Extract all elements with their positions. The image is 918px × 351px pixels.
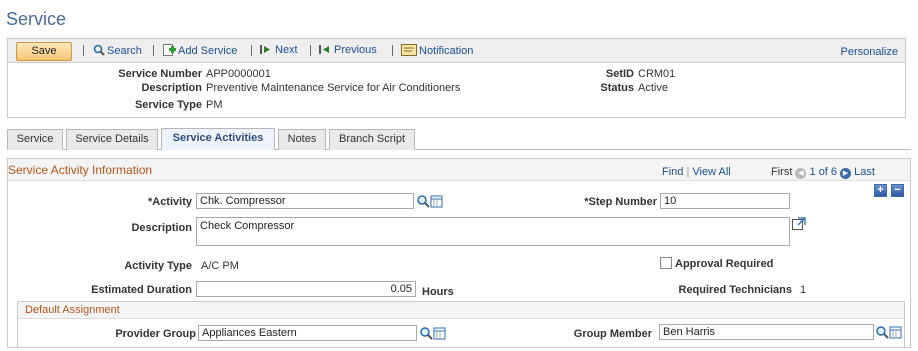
delete-row-button[interactable]: − <box>891 184 904 197</box>
section-header: Service Activity Information Find | View… <box>8 159 910 181</box>
activity-type-label: Activity Type <box>124 260 192 272</box>
activity-type-value: A/C PM <box>201 260 239 272</box>
first-label: First <box>771 166 793 178</box>
notification-link[interactable]: Notification <box>401 44 473 58</box>
approval-required-label: Approval Required <box>675 258 774 270</box>
default-assignment-header: Default Assignment <box>18 302 904 319</box>
tab-branch-script-label: Branch Script <box>338 133 406 145</box>
search-label: Search <box>107 45 142 57</box>
search-link[interactable]: Search <box>93 44 142 58</box>
next-page-icon[interactable]: ▶ <box>840 168 852 179</box>
add-row-button[interactable]: + <box>874 184 887 197</box>
tab-service-details[interactable]: Service Details <box>66 129 158 150</box>
activity-input[interactable]: Chk. Compressor <box>196 193 414 209</box>
pager: First ◀ 1 of 6 ▶ Last <box>771 166 875 179</box>
service-type-value: PM <box>206 99 223 111</box>
page-indicator: 1 of 6 <box>809 166 838 178</box>
tab-notes-label: Notes <box>287 133 317 145</box>
find-link[interactable]: Find <box>662 166 683 178</box>
tab-service-details-label: Service Details <box>75 133 149 145</box>
toolbar-separator <box>153 45 154 56</box>
expand-textarea-icon[interactable] <box>792 217 806 231</box>
previous-page-icon[interactable]: ◀ <box>795 168 807 179</box>
approval-required-checkbox[interactable] <box>660 257 672 269</box>
status-label: Status <box>600 82 634 94</box>
search-icon <box>93 44 105 56</box>
hours-label: Hours <box>422 286 454 298</box>
notification-icon <box>401 44 417 56</box>
next-arrow-icon <box>260 45 270 54</box>
activity-label: *Activity <box>147 196 192 208</box>
group-member-input[interactable]: Ben Harris <box>659 324 874 340</box>
required-technicians-label: Required Technicians <box>678 284 793 296</box>
next-label: Next <box>275 44 298 56</box>
provider-group-label: Provider Group <box>115 328 196 340</box>
group-member-label: Group Member <box>573 328 652 340</box>
previous-link[interactable]: Previous <box>319 44 377 58</box>
group-member-lookup-icon[interactable] <box>875 325 903 341</box>
service-activity-section: Service Activity Information Find | View… <box>7 158 911 348</box>
nav-separator: | <box>686 166 690 178</box>
previous-arrow-icon <box>319 45 329 54</box>
personalize-link[interactable]: Personalize <box>841 46 898 58</box>
step-number-label: *Step Number <box>584 196 657 208</box>
toolbar-separator <box>83 45 84 56</box>
tab-service-activities[interactable]: Service Activities <box>161 128 275 150</box>
tab-notes[interactable]: Notes <box>278 129 326 150</box>
estimated-duration-label: Estimated Duration <box>91 284 192 296</box>
next-link[interactable]: Next <box>260 44 298 58</box>
setid-value: CRM01 <box>638 68 676 80</box>
estimated-duration-input[interactable]: 0.05 <box>196 281 416 297</box>
description-value: Preventive Maintenance Service for Air C… <box>206 82 461 94</box>
previous-label: Previous <box>334 44 377 56</box>
toolbar-separator <box>310 45 311 56</box>
tab-branch-script[interactable]: Branch Script <box>329 129 415 150</box>
provider-group-input[interactable]: Appliances Eastern <box>198 325 417 341</box>
tab-service[interactable]: Service <box>7 129 63 150</box>
required-technicians-value: 1 <box>800 284 807 296</box>
tab-service-activities-label: Service Activities <box>172 132 264 144</box>
activity-lookup-icon[interactable] <box>416 194 444 210</box>
tab-service-label: Service <box>16 133 54 145</box>
description-textarea[interactable]: Check Compressor <box>196 217 790 246</box>
service-type-label: Service Type <box>134 99 202 111</box>
description-label: Description <box>141 82 202 94</box>
description-field-label: Description <box>131 222 192 234</box>
toolbar-separator <box>251 45 252 56</box>
toolbar: Save Search Add Service Next Previous No… <box>7 38 906 63</box>
provider-group-lookup-icon[interactable] <box>419 326 447 342</box>
step-number-input[interactable]: 10 <box>660 193 790 209</box>
page-title: Service <box>6 9 67 29</box>
view-all-link[interactable]: View All <box>692 166 730 178</box>
service-number-value: APP0000001 <box>206 68 271 80</box>
grid-navigation: Find | View All <box>662 166 731 178</box>
add-service-link[interactable]: Add Service <box>163 44 237 58</box>
add-service-label: Add Service <box>178 45 238 57</box>
add-icon <box>163 44 176 56</box>
default-assignment-section: Default Assignment Provider Group Applia… <box>17 301 905 348</box>
default-assignment-title: Default Assignment <box>25 304 120 316</box>
service-number-label: Service Number <box>118 68 202 80</box>
setid-label: SetID <box>605 68 634 80</box>
last-link[interactable]: Last <box>854 166 875 178</box>
notification-label: Notification <box>419 45 474 57</box>
save-button[interactable]: Save <box>16 42 72 61</box>
status-value: Active <box>638 82 668 94</box>
section-title: Service Activity Information <box>8 163 153 177</box>
toolbar-separator <box>392 45 393 56</box>
